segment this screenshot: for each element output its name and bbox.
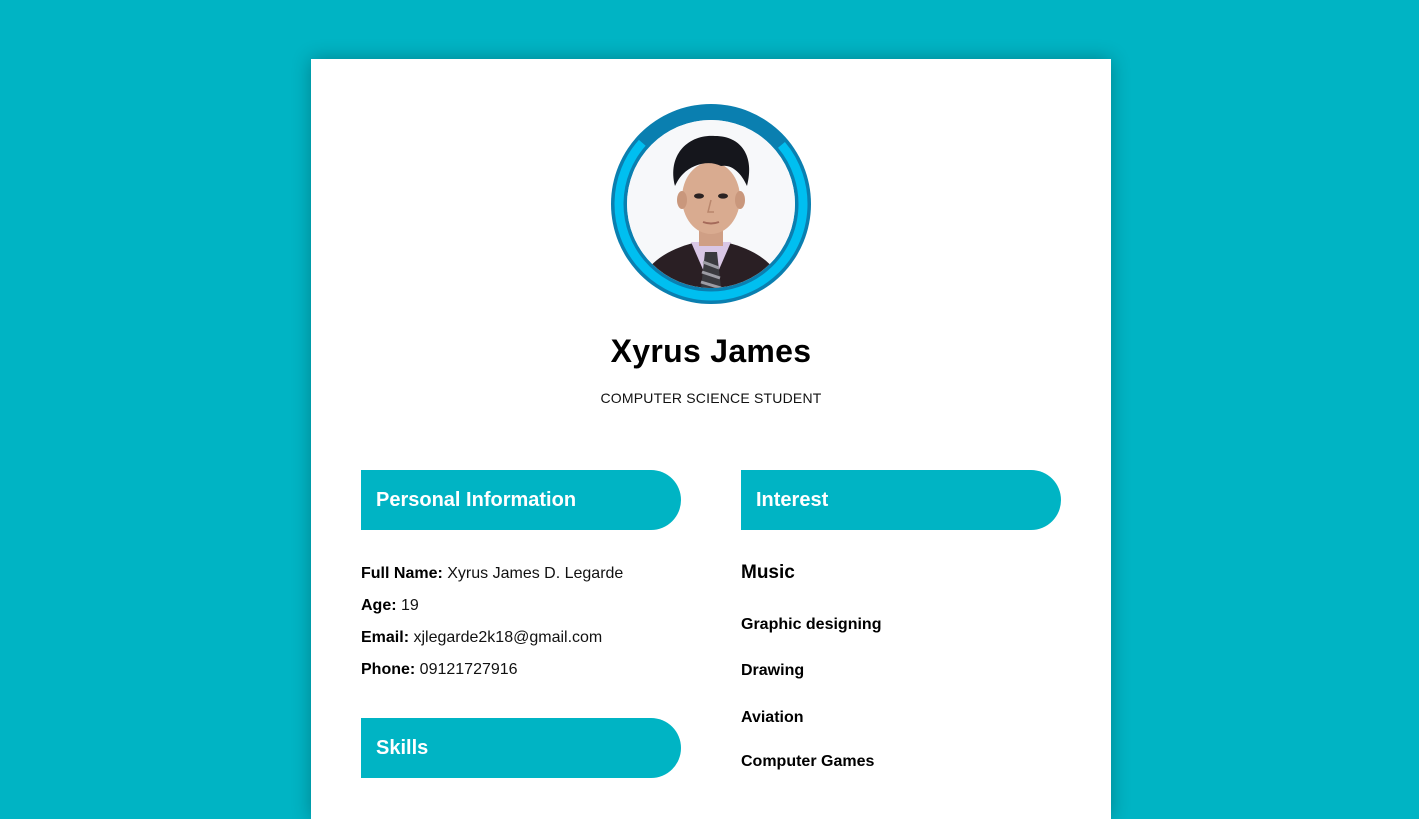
info-row-email: Email: xjlegarde2k18@gmail.com — [361, 629, 602, 647]
avatar — [627, 120, 795, 288]
info-label: Full Name: — [361, 565, 443, 582]
info-value: Xyrus James D. Legarde — [447, 565, 624, 582]
interest-item: Graphic designing — [741, 616, 882, 633]
info-value: xjlegarde2k18@gmail.com — [413, 629, 603, 646]
avatar-ring — [611, 104, 811, 304]
interest-primary: Music — [741, 562, 795, 583]
info-label: Age: — [361, 597, 397, 614]
profile-title: COMPUTER SCIENCE STUDENT — [600, 390, 822, 406]
info-label: Phone: — [361, 661, 416, 678]
section-header-label: Interest — [756, 489, 829, 511]
info-value: 09121727916 — [419, 661, 518, 678]
section-header-skills: Skills — [361, 718, 681, 778]
section-header-label: Skills — [376, 737, 429, 759]
section-header-personal-information: Personal Information — [361, 470, 681, 530]
info-row-phone: Phone: 09121727916 — [361, 661, 518, 679]
interest-item: Computer Games — [741, 753, 875, 770]
profile-name: Xyrus James — [610, 333, 812, 369]
info-label: Email: — [361, 629, 410, 646]
interest-item: Drawing — [741, 662, 805, 679]
interest-item: Aviation — [741, 709, 804, 726]
info-value: 19 — [401, 597, 419, 614]
info-row-age: Age: 19 — [361, 597, 419, 615]
section-header-interest: Interest — [741, 470, 1061, 530]
resume-card: Xyrus James COMPUTER SCIENCE STUDENT Per… — [311, 59, 1111, 819]
info-row-full-name: Full Name: Xyrus James D. Legarde — [361, 565, 623, 583]
profile-photo — [627, 120, 795, 288]
section-header-label: Personal Information — [376, 489, 577, 511]
